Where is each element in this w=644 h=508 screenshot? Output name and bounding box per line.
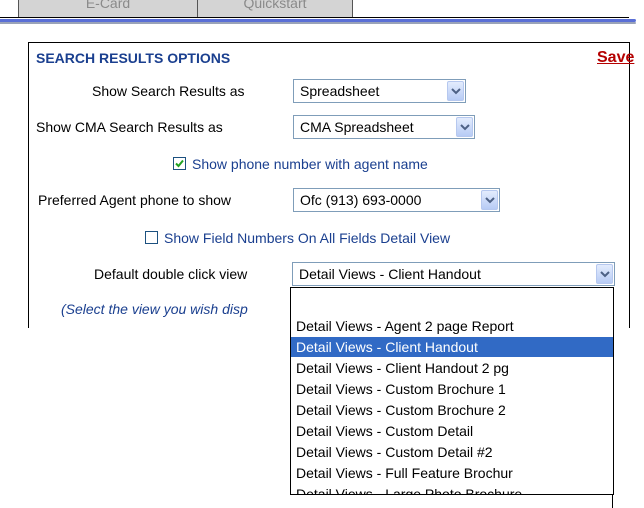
tab-ecard[interactable]: E-Card xyxy=(18,0,198,18)
tab-baseline xyxy=(0,17,629,18)
search-results-value: Spreadsheet xyxy=(300,83,380,99)
dropdown-option[interactable]: Detail Views - Custom Brochure 1 xyxy=(291,379,613,399)
cma-results-value: CMA Spreadsheet xyxy=(300,119,414,135)
dropdown-option[interactable]: Detail Views - Agent 2 page Report xyxy=(291,316,613,336)
double-click-dropdown-list[interactable]: Detail Views - Agent 2 page Report Detai… xyxy=(290,287,614,495)
tab-quickstart[interactable]: Quickstart xyxy=(197,0,353,18)
double-click-hint: (Select the view you wish disp xyxy=(61,301,248,317)
top-tab-strip: E-Card Quickstart xyxy=(0,0,644,32)
phone-number-checkbox[interactable] xyxy=(173,157,186,170)
field-numbers-checkbox[interactable] xyxy=(145,231,158,244)
dropdown-option[interactable]: Detail Views - Custom Detail xyxy=(291,421,613,441)
phone-number-checkbox-label[interactable]: Show phone number with agent name xyxy=(192,156,428,172)
search-results-select[interactable]: Spreadsheet xyxy=(293,79,466,103)
dropdown-option-selected[interactable]: Detail Views - Client Handout xyxy=(291,337,613,357)
dropdown-option[interactable]: Detail Views - Client Handout 2 pg xyxy=(291,358,613,378)
chevron-down-icon[interactable] xyxy=(596,264,613,284)
double-click-label: Default double click view xyxy=(94,266,248,282)
chevron-down-icon[interactable] xyxy=(456,117,473,137)
header-divider xyxy=(0,19,644,25)
preferred-phone-select[interactable]: Ofc (913) 693-0000 xyxy=(293,188,500,212)
double-click-select[interactable]: Detail Views - Client Handout xyxy=(292,262,615,286)
panel-title: SEARCH RESULTS OPTIONS xyxy=(36,50,231,66)
dropdown-option[interactable]: Detail Views - Custom Brochure 2 xyxy=(291,400,613,420)
cma-results-label: Show CMA Search Results as xyxy=(36,119,223,135)
save-link[interactable]: Save xyxy=(597,49,634,67)
search-results-label: Show Search Results as xyxy=(92,83,245,99)
preferred-phone-value: Ofc (913) 693-0000 xyxy=(300,192,422,208)
dropdown-option[interactable]: Detail Views - Custom Detail #2 xyxy=(291,442,613,462)
chevron-down-icon[interactable] xyxy=(481,190,498,210)
chevron-down-icon[interactable] xyxy=(447,81,464,101)
dropdown-option-blank[interactable] xyxy=(291,290,613,310)
double-click-value: Detail Views - Client Handout xyxy=(299,266,481,282)
dropdown-option[interactable]: Detail Views - Large Photo Brochure xyxy=(291,484,613,494)
cma-results-select[interactable]: CMA Spreadsheet xyxy=(293,115,475,139)
dropdown-option[interactable]: Detail Views - Full Feature Brochur xyxy=(291,463,613,483)
preferred-phone-label: Preferred Agent phone to show xyxy=(38,192,232,208)
search-results-options-panel: SEARCH RESULTS OPTIONS Save Show Search … xyxy=(28,42,634,328)
field-numbers-checkbox-label[interactable]: Show Field Numbers On All Fields Detail … xyxy=(164,230,450,246)
